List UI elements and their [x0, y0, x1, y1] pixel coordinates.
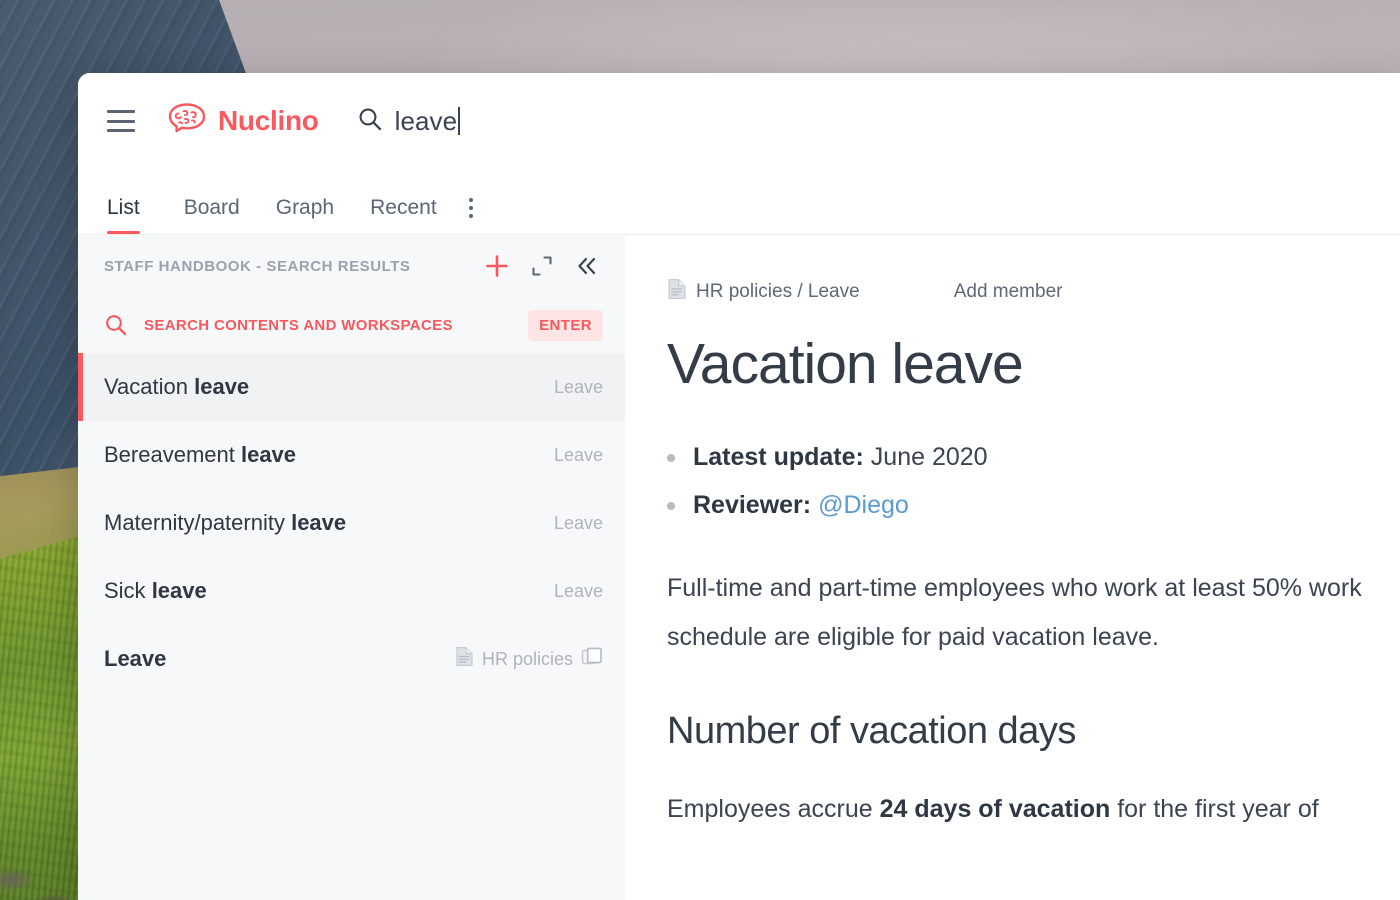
- sidebar-header: STAFF HANDBOOK - SEARCH RESULTS: [78, 235, 625, 297]
- result-title: Leave: [104, 646, 167, 671]
- enter-badge[interactable]: ENTER: [528, 309, 603, 341]
- tab-list[interactable]: List: [107, 196, 158, 234]
- breadcrumb-label: HR policies / Leave: [696, 281, 860, 302]
- global-search[interactable]: leave: [357, 106, 461, 137]
- result-meta: Leave: [553, 580, 603, 601]
- result-title: Maternity/paternity leave: [104, 510, 347, 535]
- app-window: Nuclino leave List Board Graph Recent ST…: [78, 73, 1400, 900]
- result-meta: Leave: [553, 376, 603, 397]
- document-paragraph: Employees accrue 24 days of vacation for…: [667, 794, 1319, 823]
- sidebar: STAFF HANDBOOK - SEARCH RESULTS SEARCH C…: [78, 235, 625, 900]
- document-content: HR policies / Leave Add member Vacation …: [625, 235, 1400, 900]
- page-title: Vacation leave: [667, 332, 1024, 396]
- app-header: Nuclino leave: [78, 73, 1400, 169]
- document-bullet-list: Latest update: June 2020 Reviewer: @Dieg…: [667, 441, 1400, 523]
- tab-recent[interactable]: Recent: [352, 196, 455, 234]
- search-icon: [357, 106, 383, 137]
- search-result-row[interactable]: Maternity/paternity leave Leave: [78, 489, 625, 557]
- expand-icon[interactable]: [527, 251, 557, 281]
- search-scope-label: SEARCH CONTENTS AND WORKSPACES: [144, 316, 453, 334]
- brand-logo[interactable]: Nuclino: [165, 102, 319, 141]
- result-meta: HR policies: [455, 646, 603, 673]
- search-result-row[interactable]: Bereavement leave Leave: [78, 421, 625, 489]
- search-input-value: leave: [394, 105, 458, 136]
- list-item-text: Latest update: June 2020: [693, 442, 988, 471]
- more-vertical-icon[interactable]: [455, 198, 489, 234]
- result-title: Bereavement leave: [104, 442, 297, 467]
- chevron-double-left-icon[interactable]: [573, 251, 601, 281]
- search-icon: [104, 313, 128, 337]
- add-member-button[interactable]: Add member: [954, 281, 1063, 303]
- document-icon: [455, 646, 474, 672]
- document-icon: [667, 278, 687, 306]
- document-paragraph: Full-time and part-time employees who wo…: [667, 574, 1362, 652]
- search-result-row[interactable]: Vacation leave Leave: [78, 353, 625, 421]
- plus-icon[interactable]: [481, 250, 513, 282]
- app-body: STAFF HANDBOOK - SEARCH RESULTS SEARCH C…: [78, 235, 1400, 900]
- result-title: Vacation leave: [104, 374, 250, 399]
- tab-board[interactable]: Board: [166, 196, 258, 234]
- bullet-dot: [667, 501, 675, 510]
- result-meta: Leave: [553, 512, 603, 533]
- search-result-row[interactable]: Leave HR policies: [78, 625, 625, 693]
- view-tabs: List Board Graph Recent: [78, 169, 1400, 235]
- brain-icon: [165, 102, 209, 141]
- brand-name: Nuclino: [218, 105, 319, 136]
- search-result-row[interactable]: Sick leave Leave: [78, 557, 625, 625]
- workspace-title: STAFF HANDBOOK - SEARCH RESULTS: [104, 257, 411, 275]
- user-mention[interactable]: @Diego: [818, 491, 909, 519]
- list-item: Reviewer: @Diego: [667, 489, 1400, 523]
- result-title: Sick leave: [104, 578, 207, 603]
- document-meta-row: HR policies / Leave Add member: [667, 279, 1400, 305]
- list-item: Latest update: June 2020: [667, 441, 1400, 475]
- section-heading: Number of vacation days: [667, 709, 1076, 752]
- cluster-icon: [581, 646, 603, 673]
- list-item-text: Reviewer: @Diego: [693, 490, 909, 519]
- bullet-dot: [667, 453, 675, 462]
- hamburger-icon[interactable]: [107, 110, 135, 132]
- tab-graph[interactable]: Graph: [258, 196, 352, 234]
- text-caret: [458, 106, 461, 135]
- breadcrumb[interactable]: HR policies / Leave: [667, 278, 860, 306]
- search-scope-row[interactable]: SEARCH CONTENTS AND WORKSPACES ENTER: [78, 297, 625, 353]
- search-input[interactable]: leave: [395, 106, 461, 137]
- result-meta: Leave: [553, 444, 603, 465]
